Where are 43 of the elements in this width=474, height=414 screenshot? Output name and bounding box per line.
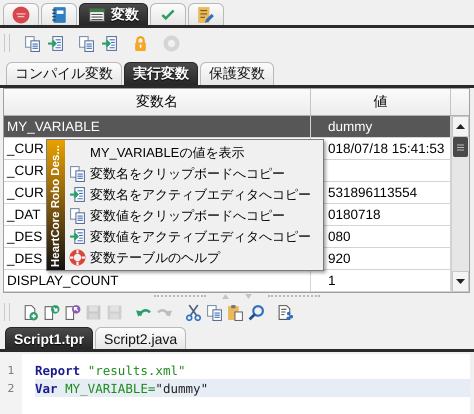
clipboard-icon[interactable] — [227, 304, 244, 320]
document-arrow-icon[interactable] — [64, 304, 81, 320]
code-editor[interactable]: 1 Report "results.xml" 2 Var MY_VARIABLE="dummy" — [0, 354, 470, 414]
document-arrow-icon[interactable] — [101, 34, 118, 52]
tab[interactable]: 保護変数 — [200, 62, 274, 85]
document-arrow-icon — [68, 228, 86, 245]
copy-icon[interactable] — [78, 34, 95, 52]
document-icon[interactable] — [277, 304, 294, 320]
tab[interactable]: Script1.tpr — [5, 327, 94, 349]
tab[interactable] — [188, 3, 224, 25]
code-line: Var MY_VARIABLE="dummy" — [35, 380, 208, 396]
tab[interactable]: 実行変数 — [124, 62, 198, 85]
copy-icon[interactable] — [206, 304, 223, 320]
grip-icon — [457, 144, 464, 150]
copy-icon[interactable] — [24, 34, 41, 52]
document-pencil-icon — [197, 6, 215, 24]
tab[interactable]: 変数 — [79, 3, 148, 25]
tab[interactable]: Script2.java — [95, 327, 186, 349]
scrollbar[interactable] — [451, 116, 469, 292]
tab[interactable]: コンパイル変数 — [6, 62, 122, 85]
tab[interactable] — [150, 3, 186, 25]
notebook-icon — [50, 6, 68, 24]
line-number: 2 — [6, 382, 16, 394]
column-header[interactable]: 値 — [311, 89, 451, 115]
document-arrow-icon — [68, 186, 86, 203]
document-arrow-icon[interactable] — [43, 304, 60, 320]
table-icon — [88, 6, 106, 24]
search-icon[interactable] — [248, 304, 265, 320]
scissors-icon[interactable] — [185, 304, 202, 320]
life-ring-icon — [68, 249, 86, 266]
scroll-up-icon[interactable] — [456, 124, 465, 129]
copy-icon — [68, 165, 86, 182]
tab[interactable] — [41, 3, 77, 25]
tab[interactable] — [3, 3, 39, 25]
column-header[interactable]: 変数名 — [4, 89, 311, 115]
line-number: 1 — [6, 364, 16, 376]
document-arrow-icon[interactable] — [47, 34, 64, 52]
table-cell: MY_VARIABLE — [4, 116, 311, 137]
round-logo-icon — [12, 6, 30, 24]
scroll-down-icon[interactable] — [456, 279, 465, 284]
code-line: Report "results.xml" — [35, 362, 186, 378]
copy-icon — [68, 207, 86, 224]
new-document-icon[interactable] — [22, 304, 39, 320]
